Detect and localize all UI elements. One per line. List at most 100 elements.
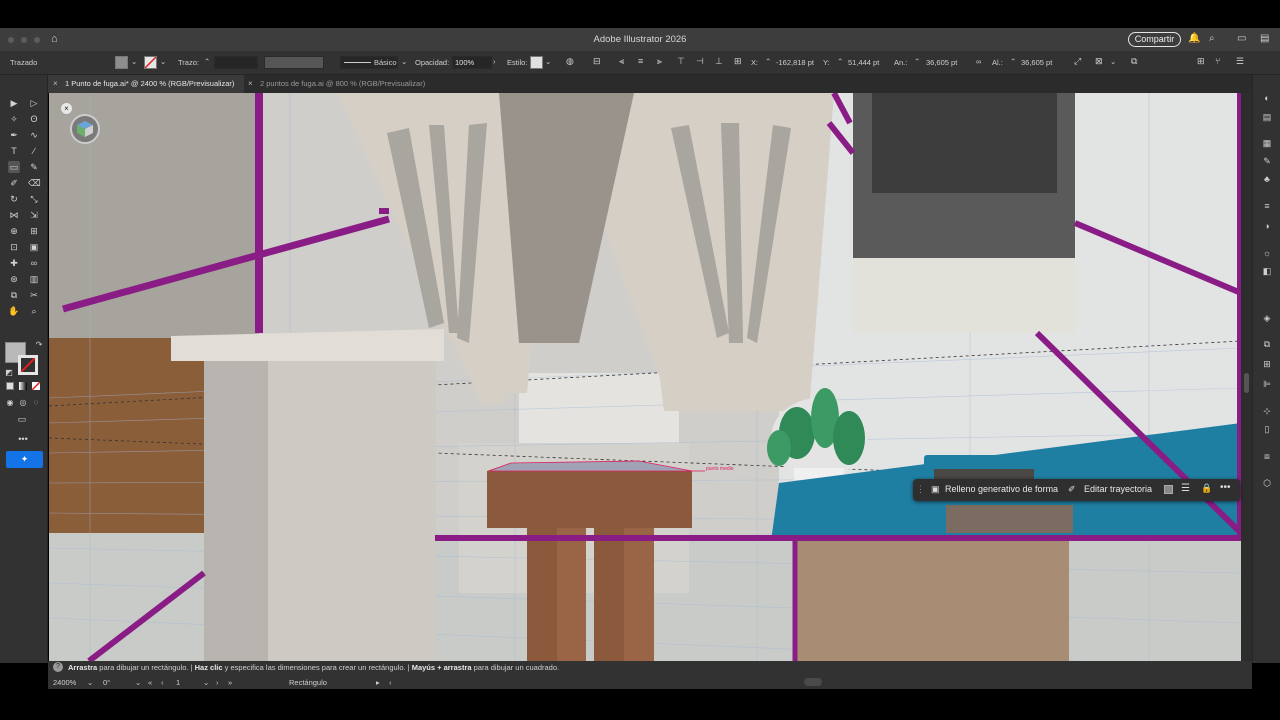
brush-dropdown-icon[interactable]: ⌄	[401, 57, 407, 66]
generative-fill-button[interactable]: Relleno generativo de forma	[945, 484, 1058, 494]
y-stepper[interactable]: ⌃	[837, 57, 843, 66]
stroke-weight-stepper[interactable]: ⌃	[204, 57, 210, 66]
stroke-options-icon[interactable]: ☰	[1181, 483, 1190, 494]
screen-mode-icon[interactable]: ▭	[16, 413, 28, 425]
character-icon[interactable]: ▯	[1261, 423, 1273, 435]
opacity-input[interactable]: 100%	[452, 56, 492, 69]
x-input[interactable]: -162,818 pt	[776, 58, 814, 67]
gradient-mode-icon[interactable]	[19, 382, 27, 390]
opacity-arrow-icon[interactable]: ›	[493, 57, 496, 66]
arrange-documents-icon[interactable]: ▤	[1260, 33, 1269, 45]
y-input[interactable]: 51,444 pt	[848, 58, 879, 67]
artboards-icon[interactable]: ⧉	[1261, 338, 1273, 350]
rectangle-icon[interactable]: ▭	[8, 161, 20, 173]
stroke-panel-icon[interactable]: ≡	[1261, 200, 1273, 212]
appearance-icon[interactable]: ☼	[1261, 247, 1273, 259]
width-input[interactable]: 36,605 pt	[926, 58, 957, 67]
draw-inside-icon[interactable]: ◌	[30, 397, 42, 409]
shape-options-icon[interactable]: ⊠	[1095, 56, 1103, 67]
close-tab-icon[interactable]: ×	[248, 79, 253, 88]
links-icon[interactable]: ⧈	[1261, 450, 1273, 462]
align-bottom-icon[interactable]: ⊥	[715, 56, 723, 67]
draw-behind-icon[interactable]: ◎	[17, 397, 29, 409]
generative-ai-button[interactable]: ✦	[6, 451, 43, 468]
plane-switching-widget[interactable]	[70, 114, 100, 144]
pen-icon[interactable]: ✒	[8, 129, 20, 141]
fill-stroke-icon[interactable]	[1164, 485, 1173, 494]
stroke-color-box[interactable]	[18, 355, 38, 375]
magic-wand-icon[interactable]: ✧	[8, 113, 20, 125]
paintbrush-icon[interactable]: ✎	[28, 161, 40, 173]
swatches-icon[interactable]: ▦	[1261, 137, 1273, 149]
edit-path-button[interactable]: Editar trayectoria	[1084, 484, 1152, 494]
swap-fill-stroke-icon[interactable]: ↷	[33, 339, 45, 351]
free-transform-icon[interactable]: ⇲	[28, 209, 40, 221]
edit-toolbar-icon[interactable]: •••	[11, 433, 35, 445]
mesh-icon[interactable]: ⊡	[8, 241, 20, 253]
libraries-icon[interactable]: ▤	[1261, 111, 1273, 123]
scale-icon[interactable]: ⤡	[28, 193, 40, 205]
zoom-level[interactable]: 2400%	[53, 678, 76, 687]
fill-swatch[interactable]	[115, 56, 128, 69]
align-to-icon[interactable]: ⊟	[593, 56, 601, 67]
gradient-panel-icon[interactable]: ◑	[1261, 220, 1273, 232]
transform-panel-icon[interactable]: ⊹	[1261, 405, 1273, 417]
zoom-dropdown-icon[interactable]: ⌄	[87, 678, 93, 687]
lasso-icon[interactable]: ʘ	[28, 113, 40, 125]
scroll-thumb[interactable]	[1244, 373, 1249, 393]
variable-width-profile[interactable]	[264, 56, 324, 69]
lock-icon[interactable]: 🔒	[1201, 483, 1212, 494]
tab-punto-de-fuga[interactable]: × 1 Punto de fuga.ai* @ 2400 % (RGB/Prev…	[48, 75, 244, 93]
drag-handle-icon[interactable]: ⋮	[916, 484, 925, 495]
symbols-icon[interactable]: ♣	[1261, 173, 1273, 185]
x-stepper[interactable]: ⌃	[765, 57, 771, 66]
recolor-artwork-icon[interactable]: ◍	[566, 56, 574, 67]
rotation-value[interactable]: 0°	[103, 678, 110, 687]
line-icon[interactable]: ∕	[28, 145, 40, 157]
align-middle-icon[interactable]: ⊣	[696, 56, 704, 67]
transparency-icon[interactable]: ◧	[1261, 265, 1273, 277]
height-input[interactable]: 36,605 pt	[1021, 58, 1052, 67]
align-panel-icon[interactable]: ⊫	[1261, 378, 1273, 390]
brushes-icon[interactable]: ✎	[1261, 155, 1273, 167]
arrange-panels-icon[interactable]: ⊞	[1197, 56, 1205, 67]
layers-icon[interactable]: ◈	[1261, 312, 1273, 324]
tab-2-puntos-de-fuga[interactable]: × 2 puntos de fuga.ai @ 800 % (RGB/Previ…	[244, 75, 444, 93]
transform-icon[interactable]: ⤢	[1074, 56, 1081, 67]
zoom-icon[interactable]: ⌕	[28, 305, 40, 317]
stroke-weight-input[interactable]	[214, 56, 258, 69]
artboard-icon[interactable]: ⧉	[8, 289, 20, 301]
search-icon[interactable]: ⌕	[1209, 33, 1215, 45]
panel-menu-icon[interactable]: ☰	[1236, 56, 1244, 67]
status-menu-icon[interactable]: ▸	[376, 678, 380, 687]
height-stepper[interactable]: ⌃	[1010, 57, 1016, 66]
3d-materials-icon[interactable]: ⬡	[1261, 477, 1273, 489]
selection-icon[interactable]: ▶	[8, 97, 20, 109]
gradient-icon[interactable]: ▣	[28, 241, 40, 253]
align-top-icon[interactable]: ⊤	[677, 56, 685, 67]
next-artboard-icon[interactable]: ›	[216, 678, 219, 687]
default-colors-icon[interactable]: ◩	[3, 367, 15, 379]
more-options-icon[interactable]: •••	[1220, 482, 1231, 493]
share-button[interactable]: Compartir	[1128, 32, 1181, 47]
reference-point-icon[interactable]: ⊞	[734, 56, 742, 67]
help-icon[interactable]: ?	[53, 662, 63, 672]
pathfinder-icon[interactable]: ⊞	[1261, 358, 1273, 370]
shape-builder-icon[interactable]: ⊕	[8, 225, 20, 237]
shaper-icon[interactable]: ✐	[8, 177, 20, 189]
width-stepper[interactable]: ⌃	[914, 57, 920, 66]
color-mode-icon[interactable]	[6, 382, 14, 390]
width-icon[interactable]: ⋈	[8, 209, 20, 221]
artboard-dropdown-icon[interactable]: ⌄	[203, 678, 209, 687]
horizontal-scroll-thumb[interactable]	[804, 678, 822, 686]
close-grid-icon[interactable]: ×	[61, 103, 72, 114]
column-graph-icon[interactable]: ▥	[28, 273, 40, 285]
status-prev-icon[interactable]: ‹	[389, 678, 392, 687]
none-mode-icon[interactable]	[32, 382, 40, 390]
prev-artboard-icon[interactable]: ‹	[161, 678, 164, 687]
artwork-svg[interactable]: punto medio	[49, 93, 1241, 661]
stroke-swatch[interactable]	[144, 56, 157, 69]
isolate-object-icon[interactable]: ⧉	[1131, 56, 1137, 67]
curvature-icon[interactable]: ∿	[28, 129, 40, 141]
workspace-icon[interactable]: ▭	[1237, 33, 1246, 45]
